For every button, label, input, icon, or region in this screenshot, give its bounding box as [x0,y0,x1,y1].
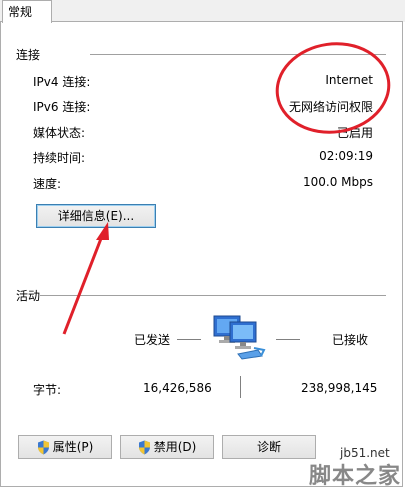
activity-divider [40,295,386,296]
speed-label: 速度: [33,177,62,191]
ipv6-label: IPv6 连接: [33,100,91,114]
ipv6-value: 无网络访问权限 [288,100,373,114]
connection-divider [90,54,386,55]
sent-line [177,339,201,340]
properties-button[interactable]: 属性(P) [18,435,112,459]
activity-group-title: 活动 [16,289,41,303]
uac-shield-icon [37,440,49,455]
sent-label: 已发送 [134,333,171,347]
properties-button-label: 属性(P) [52,440,94,454]
general-panel [0,21,403,487]
tab-strip [0,0,405,22]
media-state-value: 已启用 [336,126,373,140]
speed-value: 100.0 Mbps [302,175,373,189]
uac-shield-icon [138,440,150,455]
bytes-separator [240,376,241,398]
received-label: 已接收 [332,333,369,347]
network-computers-icon [213,315,266,360]
received-line [276,339,300,340]
duration-label: 持续时间: [33,151,86,165]
tab-general[interactable]: 常规 [2,0,52,23]
connection-group-title: 连接 [16,48,41,62]
bytes-label: 字节: [33,383,62,397]
duration-value: 02:09:19 [319,149,373,163]
details-button[interactable]: 详细信息(E)... [36,204,156,228]
disable-button-label: 禁用(D) [153,440,197,454]
bytes-received-value: 238,998,145 [301,381,378,395]
ipv4-label: IPv4 连接: [33,75,91,89]
diagnose-button[interactable]: 诊断 [222,435,316,459]
watermark-brand: 脚本之家 [309,464,402,489]
disable-button[interactable]: 禁用(D) [120,435,214,459]
ipv4-value: Internet [325,73,373,87]
media-state-label: 媒体状态: [33,126,86,140]
bytes-sent-value: 16,426,586 [143,381,212,395]
